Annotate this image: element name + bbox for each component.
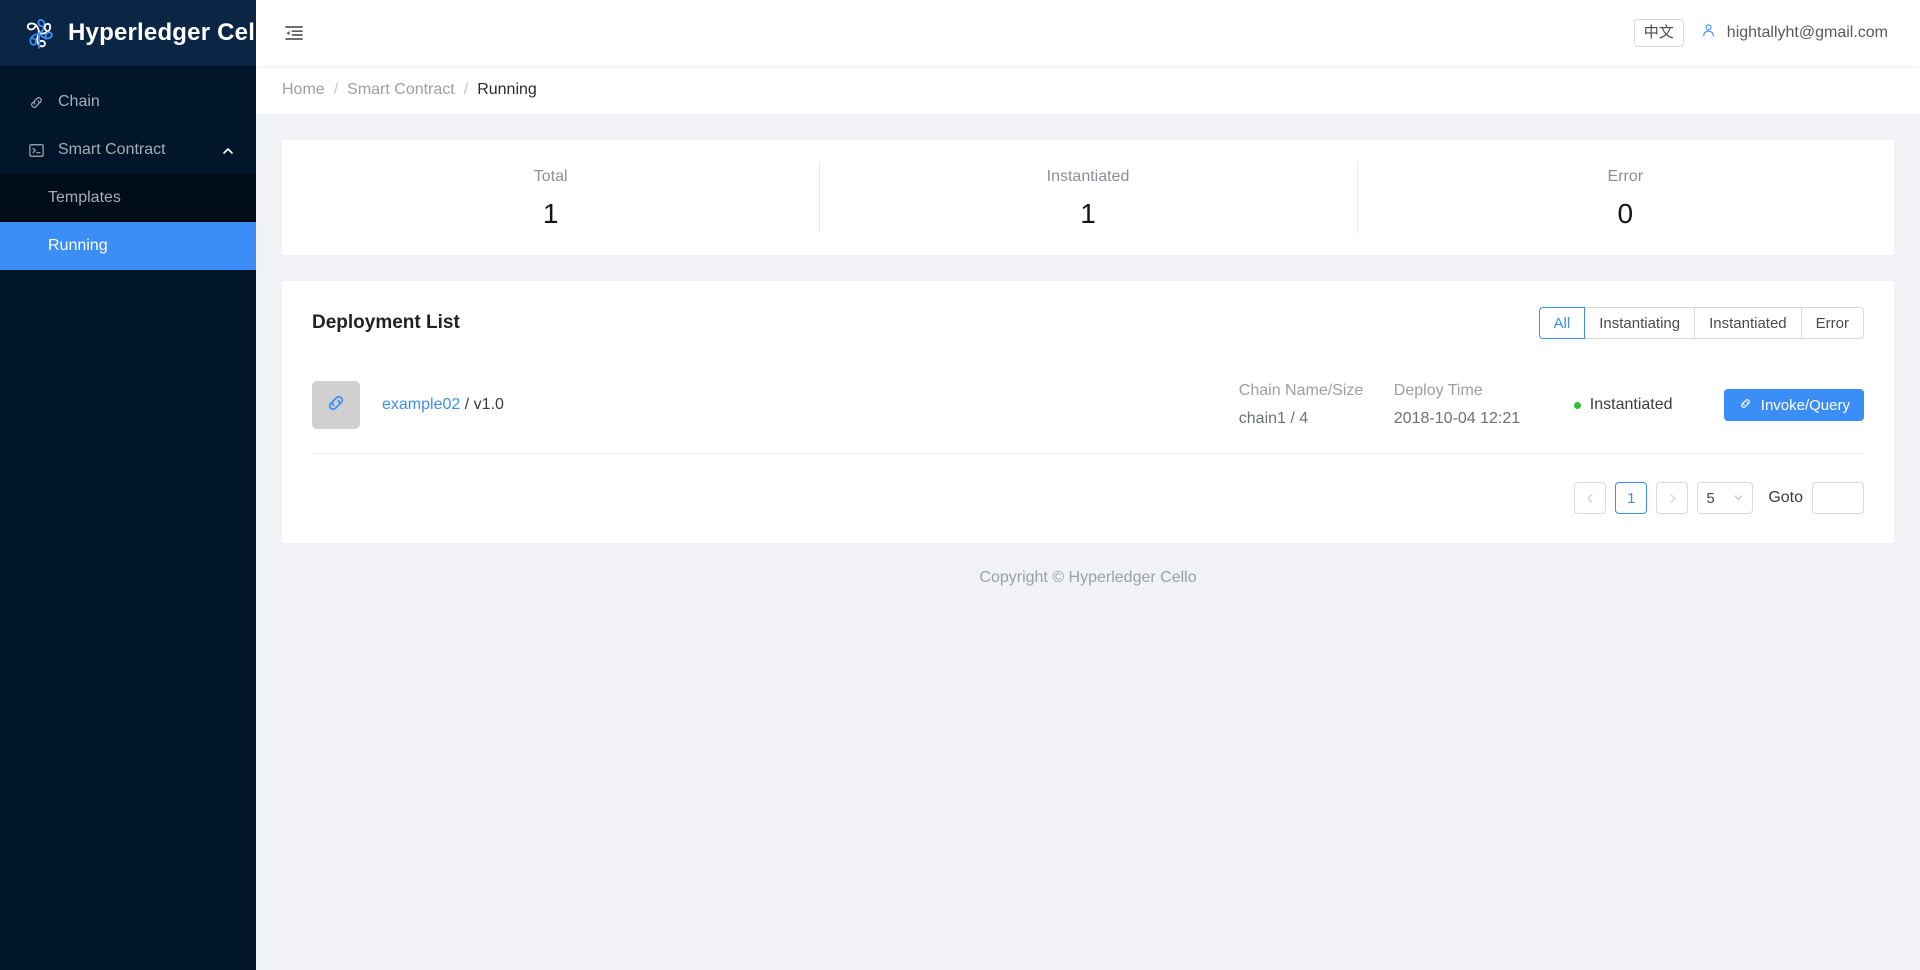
pagination-page-1[interactable]: 1 xyxy=(1615,482,1648,514)
deploy-time-value: 2018-10-04 12:21 xyxy=(1393,410,1521,427)
pagination-prev-button[interactable] xyxy=(1574,482,1607,514)
contract-name-link[interactable]: example02 xyxy=(382,396,460,413)
contract-name: example02 / v1.0 xyxy=(382,396,504,414)
chain-name-size-value: chain1 / 4 xyxy=(1238,410,1309,427)
language-toggle-button[interactable]: 中文 xyxy=(1633,19,1684,47)
filter-all-button[interactable]: All xyxy=(1538,307,1586,339)
chevron-down-icon xyxy=(1733,490,1744,507)
breadcrumb-separator: / xyxy=(333,81,339,98)
chain-link-icon xyxy=(323,390,349,421)
status-label: Instantiated xyxy=(1589,396,1673,413)
chain-name-size-cell: Chain Name/Size chain1 / 4 xyxy=(1239,382,1394,428)
breadcrumb-item-running: Running xyxy=(477,81,537,98)
breadcrumb-separator: / xyxy=(463,81,469,98)
sidebar-item-smart-contract-label: Smart Contract xyxy=(58,141,166,158)
stat-instantiated-value: 1 xyxy=(1080,197,1096,229)
sidebar-submenu-smart-contract: Templates Running xyxy=(0,174,256,270)
goto-label: Goto xyxy=(1768,489,1803,506)
stat-total-label: Total xyxy=(533,167,568,185)
user-icon xyxy=(1700,22,1717,44)
filter-instantiated-button[interactable]: Instantiated xyxy=(1695,307,1802,339)
menu-fold-icon[interactable] xyxy=(282,21,306,45)
deployment-list-card: Deployment List All Instantiating Instan… xyxy=(282,281,1894,543)
app-root: Hyperledger Cello Chain Smart Contract T… xyxy=(0,0,1920,970)
filter-instantiating-button[interactable]: Instantiating xyxy=(1585,307,1696,339)
topbar-right: 中文 hightallyht@gmail.com xyxy=(1633,19,1896,47)
brand-header[interactable]: Hyperledger Cello xyxy=(0,0,277,66)
page-size-select[interactable]: 5 xyxy=(1697,482,1754,514)
user-account[interactable]: hightallyht@gmail.com xyxy=(1700,22,1896,44)
stats-card: Total 1 Instantiated 1 Error 0 xyxy=(282,140,1894,255)
chevron-up-icon xyxy=(222,144,234,156)
pagination-next-button[interactable] xyxy=(1656,482,1689,514)
page-content: Total 1 Instantiated 1 Error 0 Deploymen… xyxy=(256,114,1920,970)
topbar: 中文 hightallyht@gmail.com xyxy=(256,0,1920,66)
sidebar-item-chain-label: Chain xyxy=(58,93,100,110)
link-icon xyxy=(1738,396,1753,415)
deploy-time-cell: Deploy Time 2018-10-04 12:21 xyxy=(1394,382,1574,428)
chain-name-size-label: Chain Name/Size xyxy=(1238,382,1364,399)
sidebar-menu: Chain Smart Contract Templates Running xyxy=(0,66,256,270)
stat-total: Total 1 xyxy=(282,140,819,255)
stat-instantiated-label: Instantiated xyxy=(1046,167,1130,185)
code-terminal-icon xyxy=(28,142,45,159)
deployment-list-header: Deployment List All Instantiating Instan… xyxy=(312,307,1864,339)
brand-title: Hyperledger Cello xyxy=(68,19,277,46)
pagination: 1 5 Goto xyxy=(312,482,1864,514)
footer: Copyright © Hyperledger Cello xyxy=(282,543,1894,613)
stat-instantiated: Instantiated 1 xyxy=(819,140,1356,255)
avatar xyxy=(312,381,360,429)
status-dot-icon xyxy=(1573,401,1581,409)
sidebar-item-templates[interactable]: Templates xyxy=(0,174,256,222)
filter-error-button[interactable]: Error xyxy=(1801,307,1864,339)
sidebar-item-running[interactable]: Running xyxy=(0,222,256,270)
table-row: example02 / v1.0 Chain Name/Size chain1 … xyxy=(312,355,1864,454)
cello-flower-logo-icon xyxy=(22,16,56,50)
main-area: 中文 hightallyht@gmail.com Home / Smart Co… xyxy=(256,0,1920,970)
stat-total-value: 1 xyxy=(542,197,559,229)
contract-version: / v1.0 xyxy=(464,396,504,413)
user-email-label: hightallyht@gmail.com xyxy=(1726,24,1888,41)
deploy-time-label: Deploy Time xyxy=(1393,382,1483,399)
page-title: Deployment List xyxy=(312,312,460,333)
sidebar-item-running-label: Running xyxy=(48,237,108,254)
stat-error: Error 0 xyxy=(1356,140,1894,255)
status-badge: Instantiated xyxy=(1573,396,1724,414)
stat-error-label: Error xyxy=(1607,167,1644,185)
link-icon xyxy=(28,94,45,111)
sidebar: Hyperledger Cello Chain Smart Contract T… xyxy=(0,0,277,970)
sidebar-item-chain[interactable]: Chain xyxy=(0,78,256,126)
breadcrumb-item-home[interactable]: Home xyxy=(282,81,325,99)
page-size-value: 5 xyxy=(1706,489,1715,507)
invoke-query-button-label: Invoke/Query xyxy=(1760,396,1850,414)
stat-error-value: 0 xyxy=(1617,197,1634,229)
status-filter-group: All Instantiating Instantiated Error xyxy=(1538,307,1864,339)
breadcrumb-item-smart-contract[interactable]: Smart Contract xyxy=(347,81,455,99)
footer-copyright: Copyright © Hyperledger Cello xyxy=(979,569,1197,586)
invoke-query-button[interactable]: Invoke/Query xyxy=(1723,389,1864,421)
goto-input[interactable] xyxy=(1812,482,1864,514)
sidebar-item-templates-label: Templates xyxy=(48,189,121,206)
breadcrumb: Home / Smart Contract / Running xyxy=(256,66,1920,114)
sidebar-item-smart-contract[interactable]: Smart Contract xyxy=(0,126,256,174)
